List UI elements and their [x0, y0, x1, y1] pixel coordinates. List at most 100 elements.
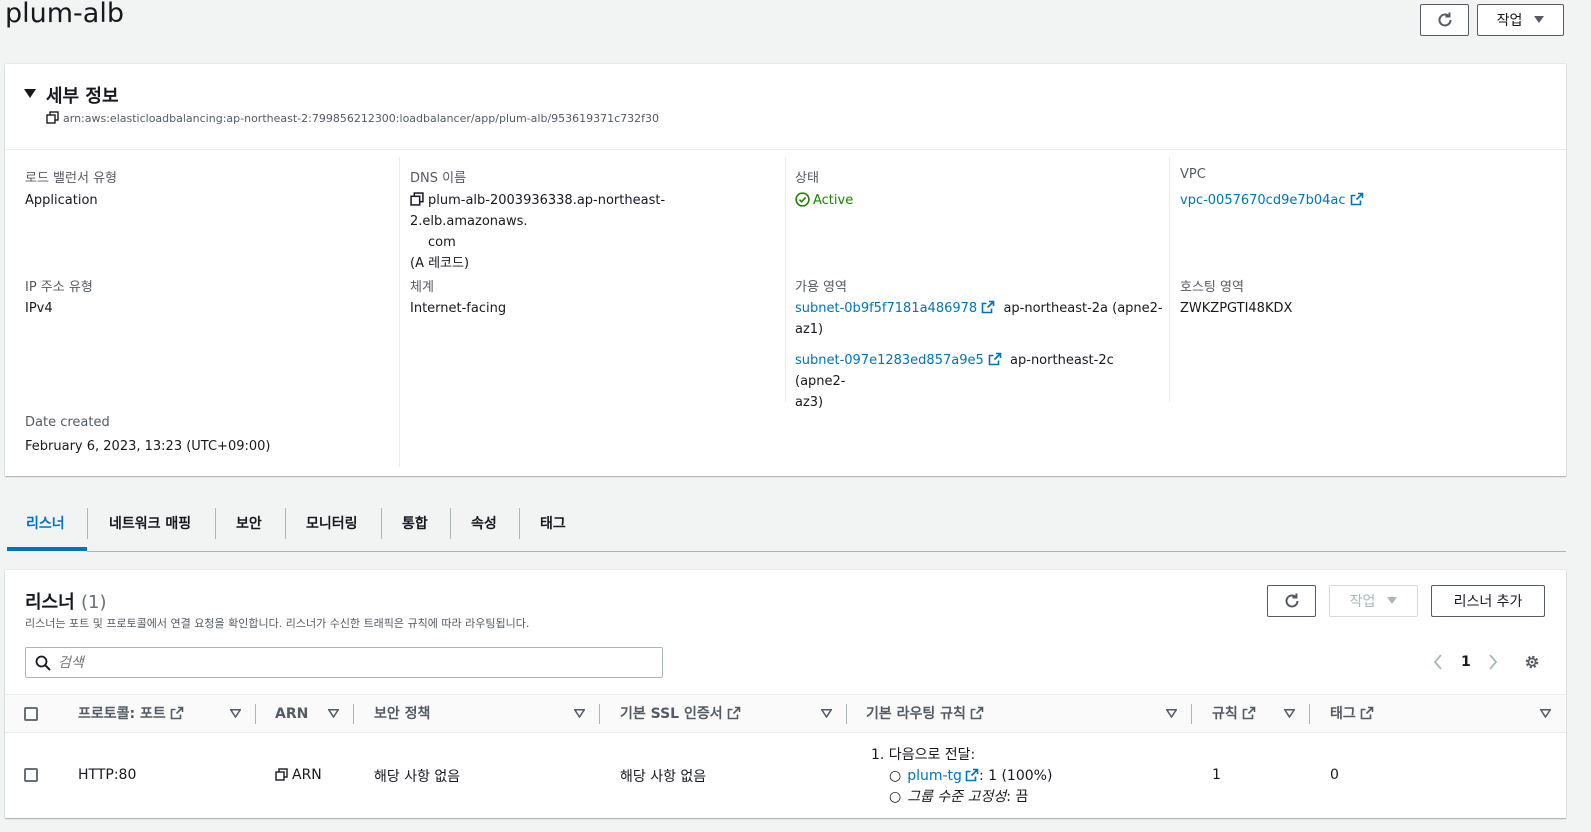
details-section-title: 세부 정보 [46, 86, 119, 107]
tab-tags[interactable]: 태그 [540, 510, 566, 538]
column-arn[interactable]: ARN [275, 705, 308, 723]
az-item: subnet-0b9f5f7181a486978 ap-northeast-2a… [795, 298, 1165, 340]
copy-icon[interactable] [275, 768, 288, 781]
az2-subnet-link[interactable]: subnet-097e1283ed857a9e5 [795, 353, 984, 368]
column-divider [599, 704, 600, 724]
gear-icon[interactable] [1523, 653, 1541, 671]
az-item: subnet-097e1283ed857a9e5 ap-northeast-2c… [795, 350, 1165, 413]
dns-line1: plum-alb-2003936338.ap-northeast-2.elb.a… [410, 193, 666, 229]
listeners-description: 리스너는 포트 및 프로토콜에서 연결 요청을 확인합니다. 리스너가 수신한 … [25, 617, 530, 630]
column-label: 기본 SSL 인증서 [620, 706, 723, 722]
listeners-actions-dropdown[interactable]: 작업 [1329, 585, 1418, 617]
add-listener-button[interactable]: 리스너 추가 [1431, 585, 1545, 617]
column-ssl-cert[interactable]: 기본 SSL 인증서 [620, 705, 741, 723]
copy-icon[interactable] [46, 111, 59, 124]
page-number[interactable]: 1 [1461, 654, 1471, 670]
chevron-left-icon[interactable] [1433, 654, 1443, 670]
state-label: 상태 [795, 171, 819, 186]
hosted-zone-value: ZWKZPGTI48KDX [1180, 301, 1293, 316]
scheme-label: 체계 [410, 280, 434, 295]
tab-divider [381, 508, 382, 539]
column-divider [1191, 704, 1192, 724]
listener-arn[interactable]: ARN [275, 767, 322, 783]
target-group-link[interactable]: plum-tg [907, 768, 962, 784]
tab-attributes[interactable]: 속성 [471, 510, 497, 538]
search-input[interactable] [58, 652, 648, 674]
az1-zone: ap-northeast-2a (apne2- [1003, 301, 1163, 316]
sort-icon[interactable] [230, 709, 241, 718]
collapse-caret-icon[interactable] [24, 89, 36, 99]
caret-down-icon [1534, 16, 1545, 23]
column-divider [353, 704, 354, 724]
listeners-title-text: 리스너 [25, 592, 75, 613]
external-link-icon[interactable] [988, 352, 1002, 366]
chevron-right-icon[interactable] [1488, 654, 1498, 670]
tab-monitoring[interactable]: 모니터링 [306, 510, 358, 538]
sort-icon[interactable] [1540, 709, 1551, 718]
state-badge: Active [795, 190, 853, 211]
vpc-label: VPC [1180, 167, 1206, 182]
az1-zone-cont: az1) [795, 322, 824, 337]
check-circle-icon [795, 192, 810, 207]
column-divider [1169, 157, 1170, 402]
column-routing[interactable]: 기본 라우팅 규칙 [866, 705, 984, 723]
listener-tags-link[interactable]: 0 [1330, 767, 1339, 783]
sort-icon[interactable] [821, 709, 832, 718]
az1-subnet-link[interactable]: subnet-0b9f5f7181a486978 [795, 301, 977, 316]
listeners-refresh-button[interactable] [1267, 585, 1316, 617]
listener-routing-rule: 1. 다음으로 전달: ○ plum-tg: 1 (100%) ○ 그룹 수준 고정… [871, 745, 1052, 808]
dns-line2: com [428, 235, 456, 250]
column-label: 규칙 [1212, 706, 1238, 722]
external-link-icon [727, 706, 740, 720]
tab-divider [450, 508, 451, 539]
arn-text: arn:aws:elasticloadbalancing:ap-northeas… [63, 112, 660, 125]
listeners-actions-label: 작업 [1349, 594, 1376, 610]
ip-type-label: IP 주소 유형 [25, 280, 93, 295]
search-icon [35, 655, 51, 671]
sort-icon[interactable] [1166, 709, 1177, 718]
column-label: 태그 [1330, 706, 1356, 722]
sort-icon[interactable] [328, 709, 339, 718]
actions-label: 작업 [1496, 13, 1523, 29]
scheme-value: Internet-facing [410, 301, 507, 316]
sort-icon[interactable] [574, 709, 585, 718]
date-created-label: Date created [25, 415, 110, 430]
target-group-weight: : 1 (100%) [978, 768, 1053, 784]
tab-network-mapping[interactable]: 네트워크 매핑 [109, 510, 191, 538]
sort-icon[interactable] [1284, 709, 1295, 718]
refresh-button[interactable] [1420, 4, 1469, 36]
row-checkbox[interactable] [24, 768, 38, 782]
vpc-link[interactable]: vpc-0057670cd9e7b04ac [1180, 190, 1364, 211]
external-link-icon[interactable] [981, 300, 995, 314]
column-protocol-port[interactable]: 프로토콜: 포트 [78, 705, 184, 723]
listener-rules-link[interactable]: 1 [1212, 767, 1221, 783]
column-tags[interactable]: 태그 [1330, 705, 1374, 723]
column-label: 기본 라우팅 규칙 [866, 706, 966, 722]
hosted-zone-label: 호스팅 영역 [1180, 280, 1244, 295]
tab-active-indicator [7, 547, 87, 551]
external-link-icon[interactable] [1350, 192, 1364, 206]
listener-arn-label: ARN [292, 767, 322, 783]
tab-listeners[interactable]: 리스너 [26, 510, 65, 538]
tab-divider [519, 508, 520, 539]
actions-dropdown[interactable]: 작업 [1477, 4, 1564, 36]
vpc-value[interactable]: vpc-0057670cd9e7b04ac [1180, 193, 1346, 208]
column-divider [255, 704, 256, 724]
external-link-icon[interactable] [965, 768, 979, 782]
listeners-count: (1) [80, 592, 107, 613]
column-divider [846, 704, 847, 724]
az-label: 가용 영역 [795, 280, 847, 295]
search-box[interactable] [25, 647, 663, 678]
select-all-checkbox[interactable] [24, 707, 38, 721]
column-security-policy[interactable]: 보안 정책 [374, 705, 430, 723]
listener-protocol-port-link[interactable]: HTTP:80 [78, 767, 136, 783]
tab-security[interactable]: 보안 [236, 510, 262, 538]
copy-icon[interactable] [410, 192, 424, 206]
listener-ssl-cert: 해당 사항 없음 [620, 769, 707, 785]
column-rules[interactable]: 규칙 [1212, 705, 1256, 723]
tab-integrations[interactable]: 통합 [402, 510, 428, 538]
refresh-icon [1438, 12, 1451, 27]
routing-list: ○ plum-tg: 1 (100%) ○ 그룹 수준 고정성: 끔 [871, 766, 1052, 808]
external-link-icon [1242, 706, 1256, 720]
list-item: ○ 그룹 수준 고정성: 끔 [889, 789, 1029, 805]
